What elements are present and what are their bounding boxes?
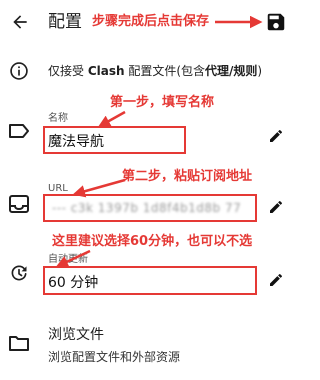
inbox-tray-icon	[8, 194, 30, 214]
browse-files-subtitle: 浏览配置文件和外部资源	[48, 350, 181, 364]
annotation-step2: 第二步，粘贴订阅地址	[122, 169, 253, 184]
info-prefix: 仅接受	[48, 64, 88, 78]
browse-files-title[interactable]: 浏览文件	[48, 326, 104, 344]
info-bold-part: 代理/规则	[205, 64, 258, 78]
page-title: 配置	[48, 12, 82, 32]
annotation-highlight-url	[43, 194, 257, 222]
annotation-step1: 第一步，填写名称	[110, 95, 215, 110]
arrow-to-url	[72, 178, 126, 198]
annotation-highlight-name	[43, 126, 186, 154]
annotation-step3: 这里建议选择60分钟，也可以不选	[52, 234, 253, 249]
pencil-edit-icon[interactable]	[268, 272, 284, 288]
arrow-to-name	[97, 110, 126, 128]
annotation-arrows	[55, 15, 263, 268]
annotation-highlight-auto-update	[43, 266, 257, 295]
annotation-save-hint: 步骤完成后点击保存	[92, 14, 210, 29]
name-field-label: 名称	[48, 113, 68, 124]
info-icon	[9, 61, 29, 81]
info-suffix: )	[257, 64, 263, 78]
floppy-disk-save-icon[interactable]	[265, 11, 287, 33]
pencil-edit-icon[interactable]	[268, 199, 284, 215]
pencil-edit-icon[interactable]	[268, 128, 284, 144]
arrow-left-icon[interactable]	[10, 12, 30, 32]
label-tag-icon	[8, 123, 30, 139]
info-middle: 配置文件(包含	[124, 64, 206, 78]
folder-icon[interactable]	[8, 334, 30, 352]
auto-update-label: 自动更新	[48, 254, 88, 265]
timer-refresh-icon	[9, 263, 29, 283]
info-text: 仅接受 Clash 配置文件(包含代理/规则)	[48, 63, 262, 79]
info-clash: Clash	[87, 64, 125, 78]
